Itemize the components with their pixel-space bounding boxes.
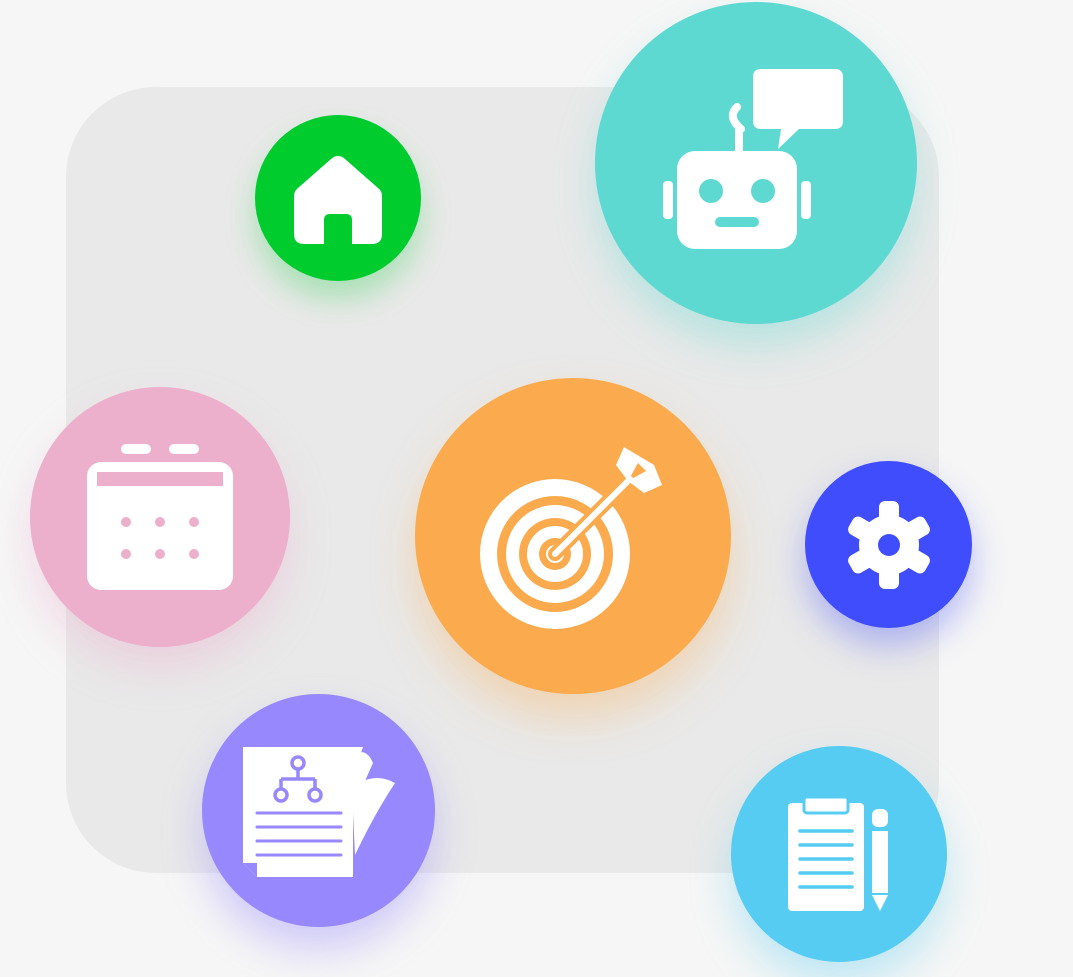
clipboard-pencil-icon	[788, 795, 888, 911]
icon-cluster-canvas	[0, 0, 1073, 977]
home-bubble[interactable]	[255, 115, 421, 281]
gear-icon	[847, 500, 930, 589]
settings-bubble[interactable]	[805, 461, 972, 628]
calendar-bubble[interactable]	[30, 387, 290, 647]
target-arrow-icon	[480, 447, 662, 629]
robot-chat-icon	[663, 69, 843, 249]
flowchart-document-icon	[242, 746, 395, 877]
target-bubble[interactable]	[415, 378, 731, 694]
home-icon	[294, 156, 382, 244]
calendar-icon	[87, 444, 233, 590]
robot-bubble[interactable]	[595, 2, 917, 324]
clipboard-bubble[interactable]	[731, 746, 947, 962]
document-bubble[interactable]	[202, 694, 435, 927]
